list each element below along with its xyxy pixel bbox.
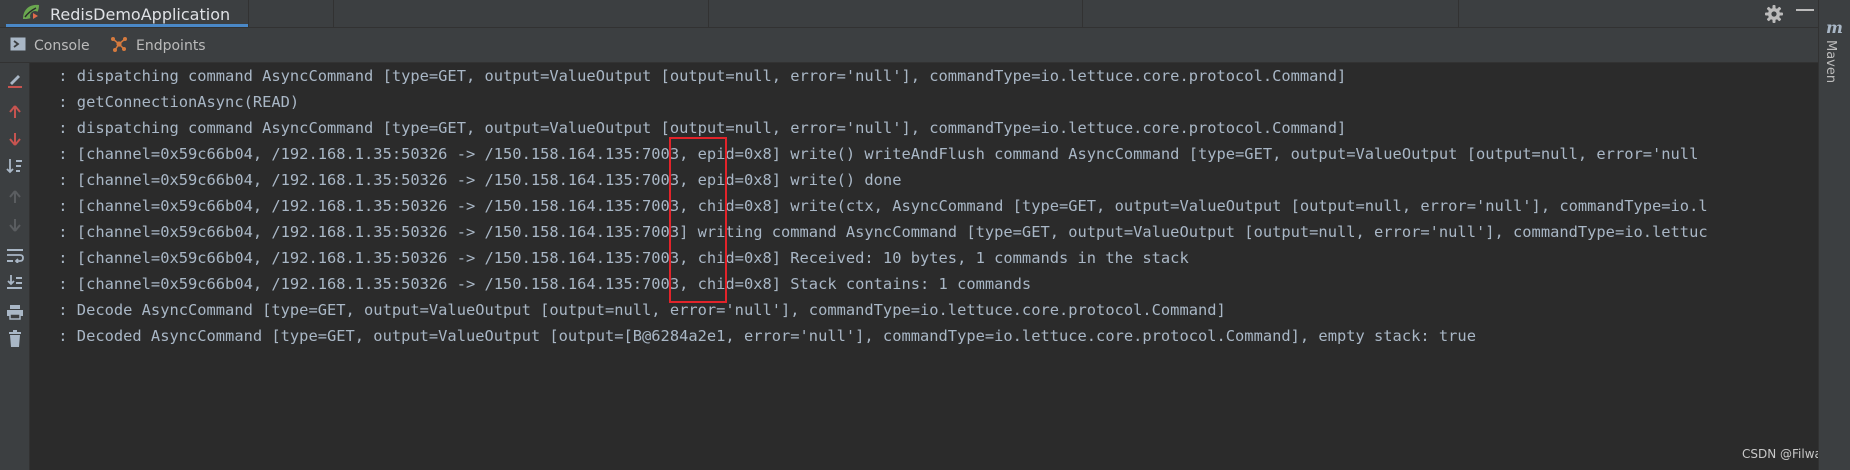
soft-wrap-icon[interactable] [3, 243, 27, 267]
console-line: : dispatching command AsyncCommand [type… [49, 67, 1347, 85]
tab-console[interactable]: Console [10, 28, 90, 63]
gear-icon[interactable] [1762, 2, 1786, 26]
down-arrow-icon[interactable] [3, 127, 27, 151]
divider [1458, 0, 1459, 28]
maven-tool-button[interactable]: Maven [1823, 40, 1838, 83]
divider [708, 0, 709, 28]
console-line: : [channel=0x59c66b04, /192.168.1.35:503… [49, 171, 902, 189]
up-arrow-icon[interactable] [3, 100, 27, 124]
console-line: : [channel=0x59c66b04, /192.168.1.35:503… [49, 145, 1699, 163]
run-toolwindow-header: RedisDemoApplication [0, 0, 1818, 28]
console-line: : dispatching command AsyncCommand [type… [49, 119, 1347, 137]
edit-configuration-icon[interactable] [3, 68, 27, 92]
console-line: : Decode AsyncCommand [type=GET, output=… [49, 301, 1226, 319]
clear-all-icon[interactable] [3, 327, 27, 351]
spring-boot-run-icon [20, 2, 42, 26]
console-line: : getConnectionAsync(READ) [49, 93, 300, 111]
minimize-icon[interactable] [1796, 9, 1814, 11]
print-icon[interactable] [3, 300, 27, 324]
console-line: : [channel=0x59c66b04, /192.168.1.35:503… [49, 223, 1708, 241]
divider [1082, 0, 1083, 28]
endpoints-icon [110, 35, 128, 57]
console-line: : Decoded AsyncCommand [type=GET, output… [49, 327, 1476, 345]
tab-endpoints[interactable]: Endpoints [110, 28, 206, 63]
tab-console-label: Console [34, 37, 90, 54]
console-output[interactable]: : dispatching command AsyncCommand [type… [31, 63, 1818, 470]
run-tab-label: RedisDemoApplication [50, 4, 231, 24]
up-disabled-icon[interactable] [3, 185, 27, 209]
divider [248, 0, 249, 28]
down-disabled-icon[interactable] [3, 213, 27, 237]
run-subtabs: Console Endpoints [0, 28, 1818, 63]
console-line: : [channel=0x59c66b04, /192.168.1.35:503… [49, 275, 1032, 293]
console-toolbar [0, 63, 30, 470]
maven-icon[interactable]: m [1826, 18, 1843, 37]
port-highlight-box [669, 137, 727, 303]
console-line: : [channel=0x59c66b04, /192.168.1.35:503… [49, 249, 1189, 267]
console-line: : [channel=0x59c66b04, /192.168.1.35:503… [49, 197, 1708, 215]
tab-endpoints-label: Endpoints [136, 37, 206, 54]
active-tab-indicator [6, 24, 248, 27]
sort-icon[interactable] [3, 154, 27, 178]
divider [333, 0, 334, 28]
console-icon [10, 36, 26, 56]
scroll-to-end-icon[interactable] [3, 270, 27, 294]
